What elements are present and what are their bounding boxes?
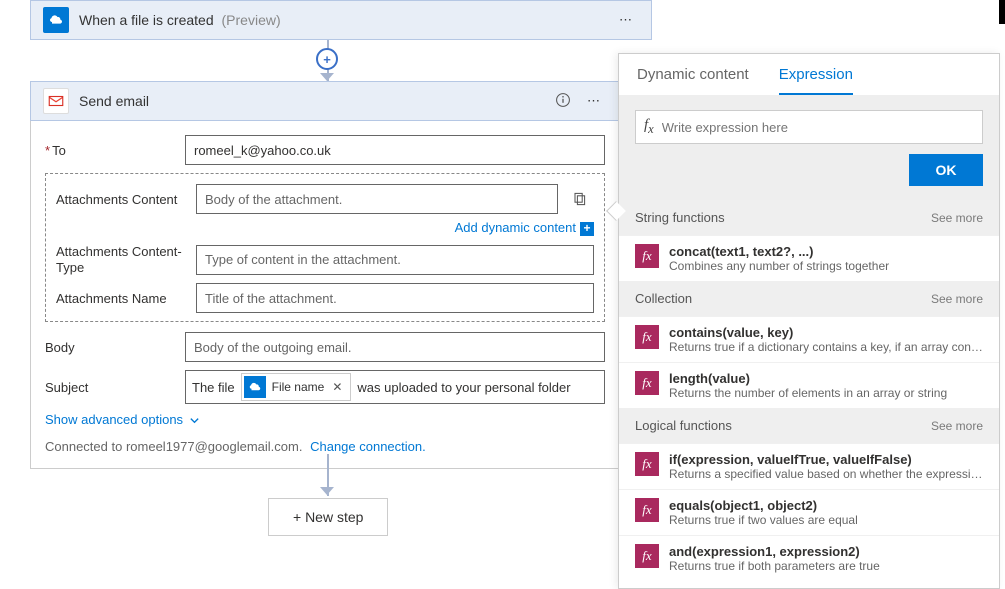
body-label: Body	[45, 340, 185, 355]
tab-dynamic-content[interactable]: Dynamic content	[637, 66, 749, 95]
action-card: Send email ⋯ *To Attachments Content	[30, 81, 620, 469]
add-step-badge[interactable]: +	[316, 48, 338, 70]
trigger-card: When a file is created (Preview) ⋯	[30, 0, 652, 40]
fx-icon: fx	[635, 452, 659, 476]
function-category-header: Collection See more	[619, 281, 999, 316]
gmail-icon	[43, 88, 69, 114]
action-title: Send email	[79, 93, 555, 109]
att-content-input[interactable]	[196, 184, 558, 214]
fx-icon: fx	[635, 498, 659, 522]
tab-expression[interactable]: Expression	[779, 66, 853, 95]
new-step-button[interactable]: + New step	[268, 498, 388, 536]
see-more-link[interactable]: See more	[931, 419, 983, 433]
category-name: Logical functions	[635, 418, 732, 433]
category-name: Collection	[635, 291, 692, 306]
function-list[interactable]: String functions See more fx concat(text1, …	[619, 200, 999, 588]
info-icon[interactable]	[555, 92, 571, 111]
trigger-more-menu[interactable]: ⋯	[613, 8, 639, 32]
to-label: *To	[45, 143, 185, 158]
function-signature: contains(value, key)	[669, 325, 983, 340]
connection-info: Connected to romeel1977@googlemail.com. …	[45, 439, 605, 454]
subject-prefix: The file	[192, 380, 235, 395]
to-row: *To	[45, 135, 605, 165]
function-item[interactable]: fx length(value)Returns the number of ele…	[619, 362, 999, 408]
function-description: Returns the number of elements in an arr…	[669, 386, 983, 400]
function-signature: equals(object1, object2)	[669, 498, 983, 513]
body-input[interactable]	[185, 332, 605, 362]
function-description: Combines any number of strings together	[669, 259, 983, 273]
connector-arrow-1	[320, 73, 334, 81]
function-signature: and(expression1, expression2)	[669, 544, 983, 559]
see-more-link[interactable]: See more	[931, 292, 983, 306]
onedrive-icon	[43, 7, 69, 33]
fx-icon: fx	[635, 325, 659, 349]
onedrive-icon	[244, 376, 266, 398]
expression-input[interactable]	[662, 120, 974, 135]
function-description: Returns true if a dictionary contains a …	[669, 340, 983, 354]
function-signature: if(expression, valueIfTrue, valueIfFalse…	[669, 452, 983, 467]
function-category-header: String functions See more	[619, 200, 999, 235]
attachments-group: Attachments Content Add dynamic content+…	[45, 173, 605, 322]
att-name-label: Attachments Name	[56, 291, 196, 306]
function-item[interactable]: fx concat(text1, text2?, ...)Combines any…	[619, 235, 999, 281]
function-description: Returns true if both parameters are true	[669, 559, 983, 573]
function-item[interactable]: fx equals(object1, object2)Returns true i…	[619, 489, 999, 535]
plus-icon: +	[580, 222, 594, 236]
action-header[interactable]: Send email ⋯	[30, 81, 620, 121]
att-ctype-input[interactable]	[196, 245, 594, 275]
function-signature: length(value)	[669, 371, 983, 386]
trigger-header[interactable]: When a file is created (Preview) ⋯	[30, 0, 652, 40]
expression-panel: Dynamic content Expression fx OK String …	[618, 53, 1000, 589]
function-description: Returns true if two values are equal	[669, 513, 983, 527]
function-item[interactable]: fx contains(value, key)Returns true if a …	[619, 316, 999, 362]
connector-arrow-2	[320, 487, 334, 495]
subject-suffix: was uploaded to your personal folder	[357, 380, 570, 395]
ok-button[interactable]: OK	[909, 154, 983, 186]
trigger-title: When a file is created (Preview)	[79, 12, 613, 28]
function-description: Returns a specified value based on wheth…	[669, 467, 983, 481]
att-ctype-label: Attachments Content-Type	[56, 244, 196, 275]
token-label: File name	[272, 380, 325, 394]
function-signature: concat(text1, text2?, ...)	[669, 244, 983, 259]
expression-input-wrapper: fx	[635, 110, 983, 144]
fx-icon: fx	[635, 371, 659, 395]
fx-icon: fx	[644, 117, 654, 137]
subject-label: Subject	[45, 380, 185, 395]
expression-input-area: fx OK	[619, 96, 999, 200]
trigger-title-text: When a file is created	[79, 12, 214, 28]
subject-input[interactable]: The file File name ✕ was uploaded to you…	[185, 370, 605, 404]
show-advanced-toggle[interactable]: Show advanced options	[45, 412, 200, 427]
att-content-label: Attachments Content	[56, 192, 196, 207]
file-name-token[interactable]: File name ✕	[241, 373, 352, 401]
panel-tabs: Dynamic content Expression	[619, 54, 999, 96]
add-dynamic-content-link[interactable]: Add dynamic content+	[455, 220, 594, 235]
to-input[interactable]	[185, 135, 605, 165]
window-edge-stub	[999, 0, 1005, 24]
change-connection-link[interactable]: Change connection.	[310, 439, 426, 454]
trigger-title-suffix: (Preview)	[222, 12, 281, 28]
fx-icon: fx	[635, 244, 659, 268]
action-body: *To Attachments Content Add dynamic cont…	[30, 121, 620, 469]
fx-icon: fx	[635, 544, 659, 568]
copy-icon[interactable]	[564, 184, 594, 214]
action-more-menu[interactable]: ⋯	[581, 89, 607, 113]
function-item[interactable]: fx if(expression, valueIfTrue, valueIfFal…	[619, 443, 999, 489]
function-item[interactable]: fx and(expression1, expression2)Returns t…	[619, 535, 999, 581]
att-name-input[interactable]	[196, 283, 594, 313]
see-more-link[interactable]: See more	[931, 211, 983, 225]
category-name: String functions	[635, 210, 725, 225]
token-remove-icon[interactable]: ✕	[330, 380, 344, 394]
function-category-header: Logical functions See more	[619, 408, 999, 443]
